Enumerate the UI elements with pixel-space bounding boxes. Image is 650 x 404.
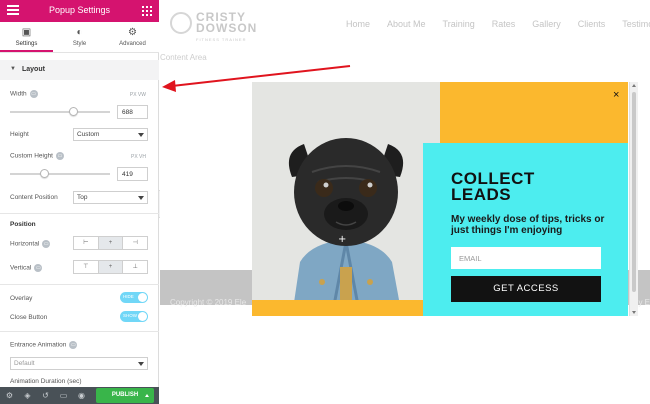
responsive-icon[interactable]: ▭ xyxy=(69,341,78,349)
custom-height-input[interactable]: 419 xyxy=(117,167,148,181)
responsive-icon[interactable]: ▭ xyxy=(42,240,51,248)
tab-settings-label: Settings xyxy=(15,41,38,47)
publish-button[interactable]: PUBLISH xyxy=(96,388,154,403)
section-divider xyxy=(0,331,159,332)
vertical-position-choices: ⊤ + ⊥ xyxy=(73,260,148,274)
scroll-up-icon[interactable] xyxy=(632,84,636,87)
panel-title: Popup Settings xyxy=(48,5,111,15)
width-input[interactable]: 688 xyxy=(117,105,148,119)
nav-clients[interactable]: Clients xyxy=(578,19,606,29)
align-center-icon[interactable]: + xyxy=(98,237,124,249)
overlay-label: Overlay xyxy=(10,295,33,302)
height-label: Height xyxy=(10,131,29,138)
width-slider-handle[interactable] xyxy=(69,107,78,116)
chevron-down-icon xyxy=(138,362,144,366)
section-divider xyxy=(0,284,159,285)
width-label: Width ▭ xyxy=(10,90,38,98)
nav-gallery[interactable]: Gallery xyxy=(532,19,561,29)
style-icon: ◐ xyxy=(76,27,83,38)
align-left-icon[interactable]: ⊢ xyxy=(74,237,99,249)
horizontal-position-choices: ⊢ + ⊣ xyxy=(73,236,148,250)
align-top-icon[interactable]: ⊤ xyxy=(74,261,99,273)
nav-about[interactable]: About Me xyxy=(387,19,426,29)
responsive-icon[interactable]: ▭ xyxy=(29,90,38,98)
entrance-animation-select[interactable]: Default xyxy=(10,357,148,370)
horizontal-label: Horizontal ▭ xyxy=(10,240,51,248)
widgets-grid-icon[interactable] xyxy=(142,6,152,16)
panel-footer: ⚙ ◈ ↺ ▭ ◉ PUBLISH xyxy=(0,387,159,404)
custom-height-slider-handle[interactable] xyxy=(40,169,49,178)
popup-content-box: COLLECT LEADS My weekly dose of tips, tri… xyxy=(423,143,628,316)
footer-credit: y E xyxy=(638,298,650,307)
chevron-down-icon xyxy=(138,196,144,200)
editor-panel: Popup Settings ▣ Settings ◐ Style ⚙ Adva… xyxy=(0,0,159,404)
panel-header: Popup Settings xyxy=(0,0,159,22)
section-divider xyxy=(0,213,159,214)
custom-height-label: Custom Height ▭ xyxy=(10,152,64,160)
tab-advanced[interactable]: ⚙ Advanced xyxy=(106,22,159,52)
entrance-animation-label: Entrance Animation ▭ xyxy=(10,341,78,349)
tab-style[interactable]: ◐ Style xyxy=(53,22,106,52)
get-access-button[interactable]: GET ACCESS xyxy=(451,276,601,302)
custom-height-slider[interactable] xyxy=(10,173,110,175)
width-unit-switch[interactable]: PX VW xyxy=(130,92,146,98)
close-button-toggle[interactable]: SHOW xyxy=(120,311,148,322)
height-select[interactable]: Custom xyxy=(73,128,148,141)
preview-eye-icon[interactable]: ◉ xyxy=(76,390,87,401)
responsive-icon[interactable]: ▭ xyxy=(56,152,64,160)
content-area-label: Content Area xyxy=(160,53,207,62)
responsive-mode-icon[interactable]: ▭ xyxy=(58,390,69,401)
scrollbar-thumb[interactable] xyxy=(632,92,636,292)
width-slider[interactable] xyxy=(10,111,110,113)
close-button-label: Close Button xyxy=(10,314,48,321)
popup-scrollbar[interactable] xyxy=(629,82,638,316)
align-right-icon[interactable]: ⊣ xyxy=(123,237,147,249)
content-position-select[interactable]: Top xyxy=(73,191,148,204)
nav-training[interactable]: Training xyxy=(443,19,475,29)
nav-rates[interactable]: Rates xyxy=(492,19,516,29)
site-nav: Home About Me Training Rates Gallery Cli… xyxy=(346,19,650,29)
scroll-down-icon[interactable] xyxy=(632,311,636,314)
overlay-toggle[interactable]: HIDE xyxy=(120,292,148,303)
logo-subtitle: FITNESS TRAINER xyxy=(196,37,247,42)
layout-section-title: Layout xyxy=(22,66,45,73)
svg-text:+: + xyxy=(338,234,346,245)
close-icon[interactable]: × xyxy=(613,90,619,101)
settings-icon: ▣ xyxy=(21,27,32,38)
nav-home[interactable]: Home xyxy=(346,19,370,29)
custom-height-unit-switch[interactable]: PX VH xyxy=(131,154,146,160)
history-icon[interactable]: ↺ xyxy=(40,390,51,401)
tab-advanced-label: Advanced xyxy=(119,41,146,47)
panel-tabs: ▣ Settings ◐ Style ⚙ Advanced xyxy=(0,22,159,53)
vertical-label: Vertical ▭ xyxy=(10,264,43,272)
tab-settings[interactable]: ▣ Settings xyxy=(0,22,53,52)
animation-duration-label: Animation Duration (sec) xyxy=(10,378,82,385)
responsive-icon[interactable]: ▭ xyxy=(34,264,43,272)
popup-tagline: My weekly dose of tips, tricks or just t… xyxy=(451,214,605,236)
logo-line-2: DOWSON xyxy=(196,21,258,35)
popup: + COLLECT LEADS My weekly dose of tips, t… xyxy=(252,82,628,316)
caret-down-icon: ▼ xyxy=(10,66,16,72)
layout-section-header[interactable]: ▼ Layout xyxy=(0,60,159,80)
align-middle-icon[interactable]: + xyxy=(98,261,124,273)
popup-heading: COLLECT LEADS xyxy=(451,169,535,204)
caret-up-icon[interactable] xyxy=(145,394,149,397)
nav-testimonials[interactable]: Testimo xyxy=(622,19,650,29)
gear-icon: ⚙ xyxy=(128,27,137,38)
chevron-down-icon xyxy=(138,133,144,137)
navigator-layers-icon[interactable]: ◈ xyxy=(22,390,33,401)
settings-gear-icon[interactable]: ⚙ xyxy=(4,390,15,401)
footer-copyright: Copyright © 2019 Ele xyxy=(170,298,247,307)
content-position-label: Content Position xyxy=(10,194,58,201)
email-field[interactable]: EMAIL xyxy=(451,247,601,269)
site-logo[interactable]: CRISTY DOWSON xyxy=(196,11,258,35)
align-bottom-icon[interactable]: ⊥ xyxy=(123,261,147,273)
logo-icon[interactable] xyxy=(170,12,192,34)
position-heading: Position xyxy=(10,221,36,228)
tab-style-label: Style xyxy=(72,41,87,47)
pug-photo: + xyxy=(252,82,440,316)
